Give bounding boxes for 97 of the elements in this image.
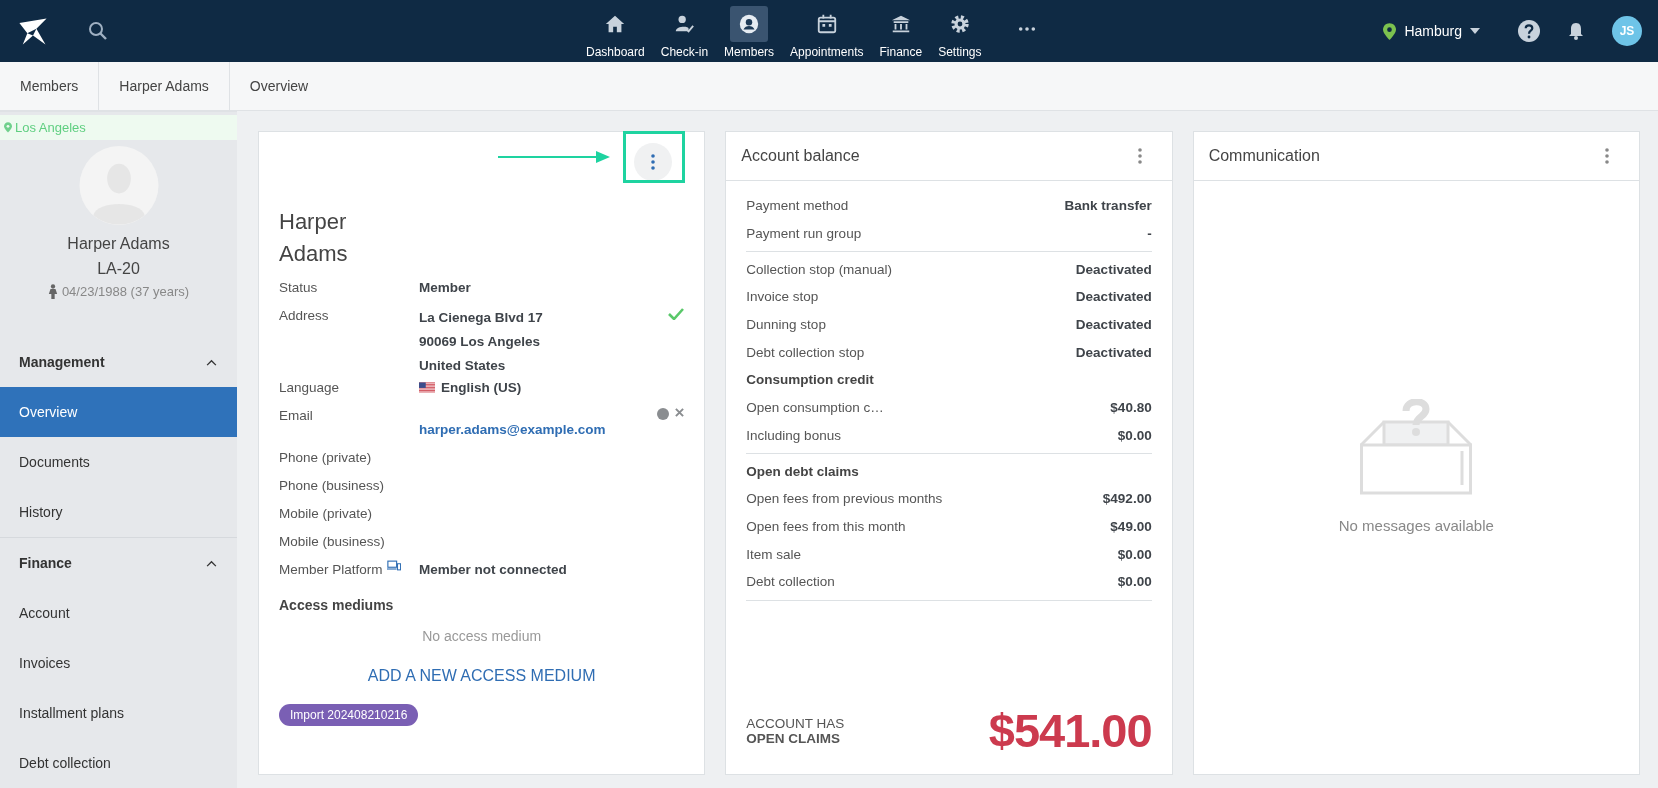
summary-label: ACCOUNT HAS [746,715,845,731]
sidebar-item[interactable]: Overview [0,387,237,437]
chevron-icon [206,358,217,366]
field-label: Status [279,278,318,297]
import-tag: Import 202408210216 [279,703,419,726]
row-label: Open fees from previous months [746,491,943,507]
sidebar-item[interactable]: Debt collection [0,738,237,788]
nav-tab[interactable]: Settings [932,3,988,59]
row-value: Deactivated [1075,344,1152,360]
add-access-medium-link[interactable]: ADD A NEW ACCESS MEDIUM [279,666,685,685]
field-label: Address [279,306,329,325]
status-dot-icon [657,407,670,420]
sidebar-item[interactable]: Account [0,588,237,638]
search-icon[interactable] [88,21,108,41]
row-value: $0.00 [1117,546,1152,562]
row-label: Item sale [746,546,802,562]
row-value: Deactivated [1075,261,1152,277]
location-selector[interactable]: Hamburg [1377,21,1486,41]
empty-message: No messages available [1338,517,1494,534]
row-label: Payment run group [746,226,862,242]
row-value: Deactivated [1075,289,1152,305]
field-label: Language [279,378,340,397]
empty-message: No access medium [421,627,543,644]
sidebar-item[interactable]: History [0,487,237,537]
row-label: Open fees from this month [746,518,906,534]
card-title: Communication [1208,147,1320,165]
balance-amount: $541.00 [988,703,1152,758]
sidebar-item[interactable]: Installment plans [0,688,237,738]
field-value: Member [419,278,472,297]
kebab-icon [651,154,656,170]
field-label: Email [279,406,313,425]
address-line: La Cienega Blvd 17 [419,308,544,327]
group-heading: Consumption credit [746,372,874,388]
user-circle-icon [738,12,761,35]
address-line: 90069 Los Angeles [419,332,542,351]
nav-tab[interactable]: Dashboard [580,3,651,59]
section-title: Access mediums [279,596,395,613]
row-value: $40.80 [1110,400,1152,416]
kebab-icon[interactable] [1605,148,1609,164]
field-label: Mobile (business) [279,532,385,551]
member-id: LA-20 [97,260,140,278]
email-link[interactable]: harper.adams@example.com [419,419,658,440]
location-pin-icon [4,122,12,133]
sidebar-item[interactable]: Invoices [0,638,237,688]
close-icon[interactable] [675,407,685,417]
member-name: Harper Adams [67,235,170,253]
row-label: Debt collection stop [746,344,865,360]
card-title: Account balance [741,147,860,165]
row-value: Deactivated [1075,317,1152,333]
location-label: Los Angeles [15,120,86,135]
more-icon[interactable] [1017,26,1036,32]
field-label: Phone (business) [279,476,385,495]
field-label: Phone (private) [279,448,372,467]
row-label: Including bonus [746,427,841,443]
field-label: Mobile (private) [279,504,373,523]
sidebar-item[interactable]: Documents [0,437,237,487]
nav-tab[interactable]: Finance [873,3,929,59]
row-label: Invoice stop [746,289,819,305]
field-value: Member not connected [419,560,568,579]
more-options-button[interactable] [634,143,673,181]
breadcrumb-link[interactable]: Members [0,62,100,110]
empty-box-icon [1360,399,1473,495]
help-icon[interactable] [1518,20,1540,42]
chevron-icon [206,559,217,567]
nav-tab[interactable]: Members [718,3,781,59]
nav-tab[interactable]: Check-in [654,3,715,59]
nav-tab[interactable]: Appointments [784,3,870,59]
kebab-icon[interactable] [1137,148,1142,164]
female-icon [47,284,58,299]
member-heading: Harper Adams [279,208,349,268]
row-label: Payment method [746,198,849,214]
section-header[interactable]: Finance [0,538,237,588]
caret-icon [1470,28,1480,34]
group-heading: Open debt claims [746,463,859,479]
field-value: English (US) [441,378,522,397]
row-value: $0.00 [1117,574,1152,590]
breadcrumb-link[interactable]: Overview [229,62,329,110]
address-line: United States [419,356,507,375]
field-label: Member Platform [279,560,383,579]
row-label: Collection stop (manual) [746,261,892,277]
row-label: Dunning stop [746,317,826,333]
gear-icon [948,12,971,35]
section-header[interactable]: Management [0,337,237,387]
breadcrumb-link[interactable]: Harper Adams [99,62,230,110]
row-value: $49.00 [1110,518,1152,534]
us-flag-icon [419,382,435,394]
calendar-icon [815,12,838,35]
location-pin-icon [1383,22,1397,40]
row-label: Debt collection [746,574,835,590]
row-value: $492.00 [1102,491,1152,507]
row-value: Bank transfer [1064,198,1152,214]
row-value: - [1147,226,1152,242]
devices-icon [386,559,401,571]
row-label: Open consumption c… [746,400,884,416]
birth-date: 04/23/1988 (37 years) [61,284,190,299]
summary-label: OPEN CLAIMS [746,730,842,746]
row-value: $0.00 [1117,427,1152,443]
